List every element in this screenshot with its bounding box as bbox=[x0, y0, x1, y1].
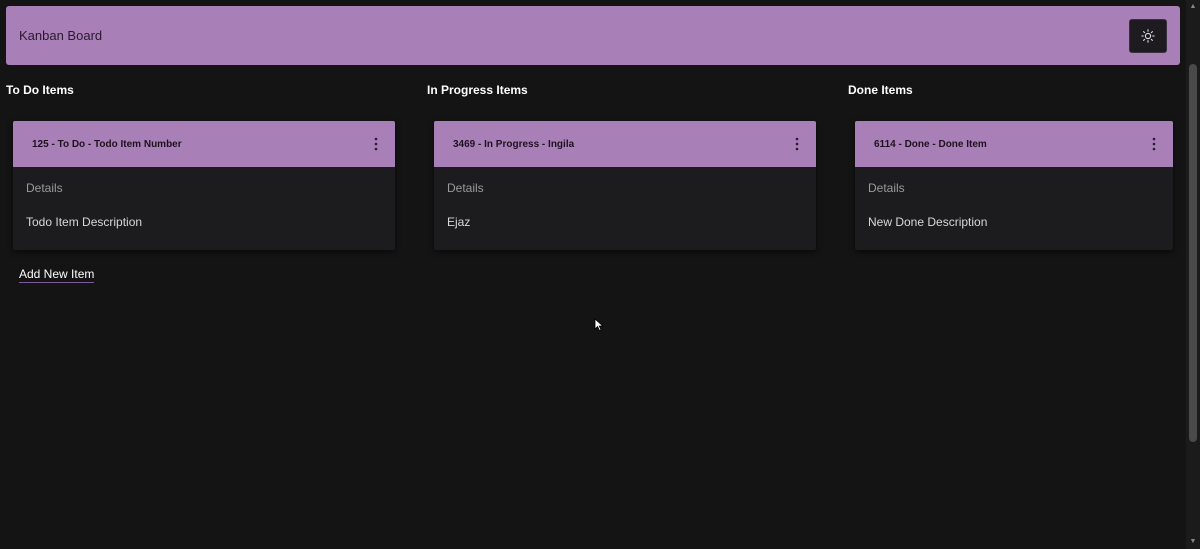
vertical-scrollbar[interactable]: ▲ ▼ bbox=[1186, 0, 1200, 549]
column-in-progress: In Progress Items 3469 - In Progress - I… bbox=[427, 82, 817, 250]
card-header: 3469 - In Progress - Ingila bbox=[434, 121, 816, 167]
column-done: Done Items 6114 - Done - Done Item Detai… bbox=[848, 82, 1180, 250]
mouse-cursor-icon bbox=[594, 318, 604, 332]
card-title: 125 - To Do - Todo Item Number bbox=[32, 138, 182, 150]
card-header: 125 - To Do - Todo Item Number bbox=[13, 121, 395, 167]
card-body: Details Ejaz bbox=[434, 167, 816, 229]
card-menu-button[interactable] bbox=[790, 134, 804, 154]
kanban-card[interactable]: 125 - To Do - Todo Item Number Details T… bbox=[13, 121, 395, 250]
kanban-card[interactable]: 6114 - Done - Done Item Details New Done… bbox=[855, 121, 1173, 250]
more-vertical-icon bbox=[795, 137, 799, 151]
kanban-columns: To Do Items 125 - To Do - Todo Item Numb… bbox=[6, 82, 1180, 302]
column-todo: To Do Items 125 - To Do - Todo Item Numb… bbox=[6, 82, 396, 250]
column-title: In Progress Items bbox=[427, 83, 528, 97]
card-body: Details New Done Description bbox=[855, 167, 1173, 229]
app: Kanban Board To Do Items 125 - To Do - T… bbox=[0, 0, 1200, 549]
card-description: New Done Description bbox=[868, 215, 988, 229]
add-new-item-link[interactable]: Add New Item bbox=[19, 267, 95, 283]
app-header: Kanban Board bbox=[6, 6, 1180, 65]
card-details-label: Details bbox=[26, 181, 63, 195]
kanban-card[interactable]: 3469 - In Progress - Ingila Details Ejaz bbox=[434, 121, 816, 250]
scroll-up-icon[interactable]: ▲ bbox=[1189, 3, 1197, 11]
more-vertical-icon bbox=[1152, 137, 1156, 151]
card-body: Details Todo Item Description bbox=[13, 167, 395, 229]
card-header: 6114 - Done - Done Item bbox=[855, 121, 1173, 167]
card-title: 6114 - Done - Done Item bbox=[874, 138, 987, 150]
card-menu-button[interactable] bbox=[1147, 134, 1161, 154]
card-menu-button[interactable] bbox=[369, 134, 383, 154]
theme-toggle-button[interactable] bbox=[1129, 18, 1167, 53]
page-title: Kanban Board bbox=[19, 28, 103, 43]
card-title: 3469 - In Progress - Ingila bbox=[453, 138, 575, 150]
scroll-thumb[interactable] bbox=[1189, 64, 1197, 442]
card-description: Todo Item Description bbox=[26, 215, 143, 229]
more-vertical-icon bbox=[374, 137, 378, 151]
column-title: To Do Items bbox=[6, 83, 74, 97]
card-details-label: Details bbox=[868, 181, 905, 195]
card-details-label: Details bbox=[447, 181, 484, 195]
scroll-down-icon[interactable]: ▼ bbox=[1189, 538, 1197, 546]
column-title: Done Items bbox=[848, 83, 913, 97]
card-description: Ejaz bbox=[447, 215, 471, 229]
sun-icon bbox=[1141, 28, 1155, 43]
